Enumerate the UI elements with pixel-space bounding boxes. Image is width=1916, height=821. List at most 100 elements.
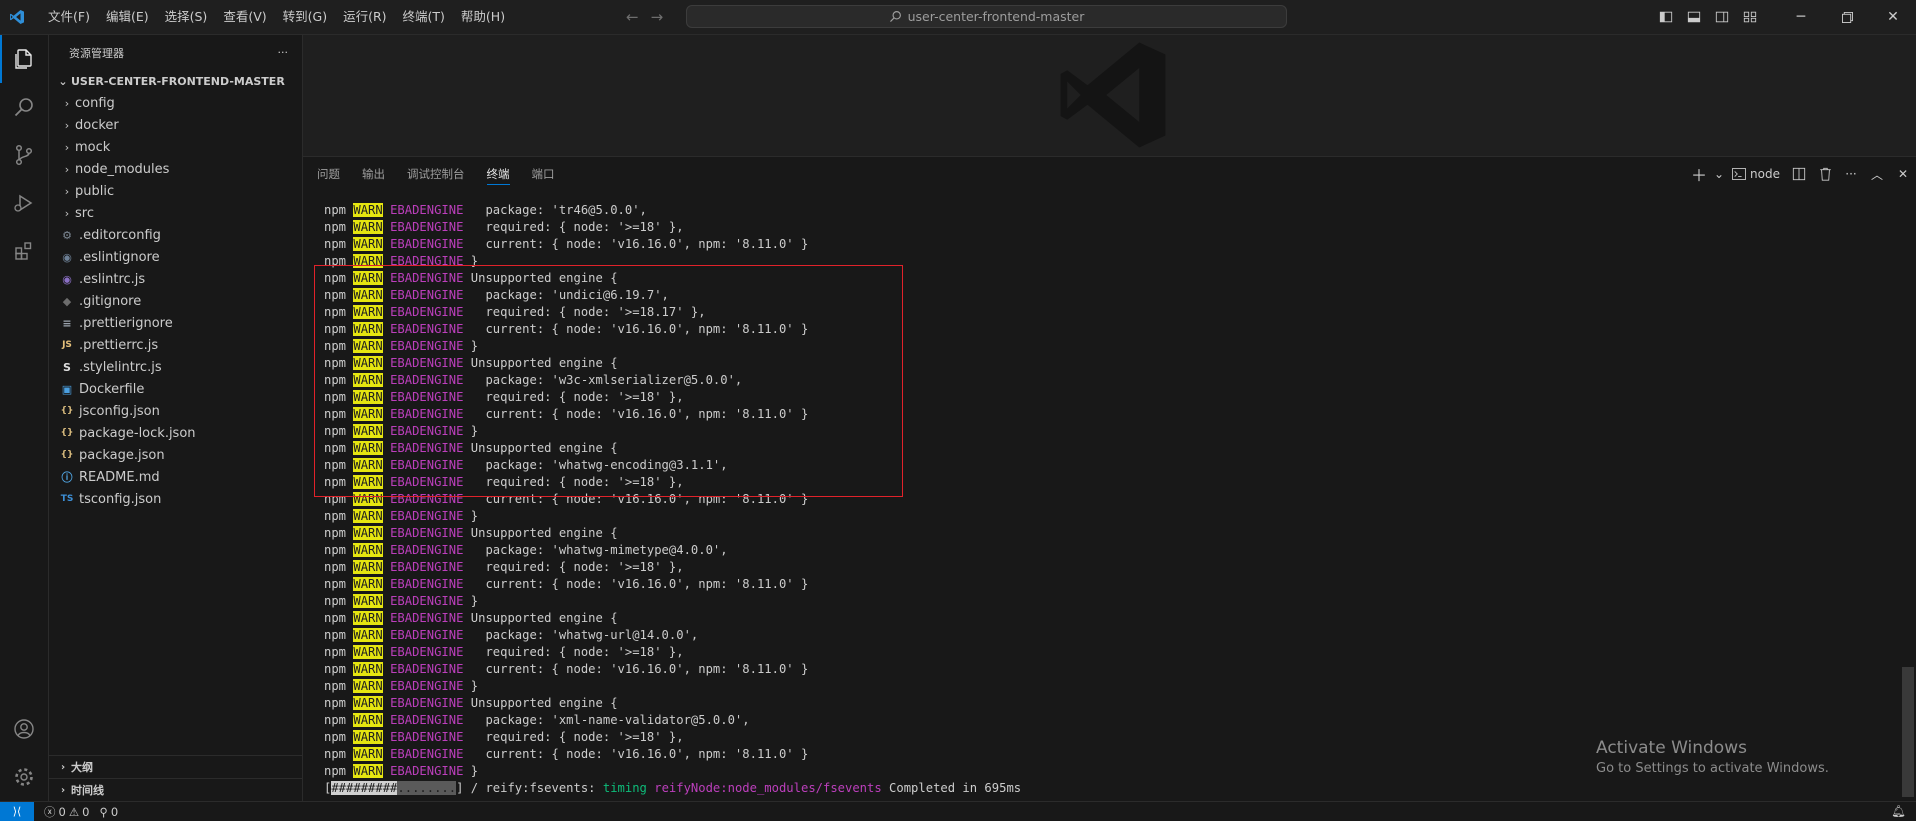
explorer-icon[interactable] (0, 35, 48, 83)
file-item[interactable]: {} jsconfig.json (49, 400, 302, 422)
panel-tab[interactable]: 输出 (362, 157, 385, 191)
maximize-panel-icon[interactable]: ︿ (1864, 157, 1890, 191)
panel-tab[interactable]: 问题 (317, 157, 340, 191)
file-item[interactable]: S .stylelintrc.js (49, 356, 302, 378)
error-code: EBADENGINE (390, 254, 464, 268)
remote-indicator-icon[interactable]: ⟩⟨ (0, 802, 34, 821)
terminal-output[interactable]: npm WARN EBADENGINE package: 'tr46@5.0.0… (324, 202, 1884, 802)
new-terminal-icon[interactable]: ＋ (1686, 157, 1712, 191)
folder-item[interactable]: › mock (49, 136, 302, 158)
run-debug-icon[interactable] (0, 179, 48, 227)
line-text: Unsupported engine { (470, 696, 618, 710)
split-terminal-icon[interactable] (1786, 157, 1812, 191)
npm-label: npm (324, 696, 347, 710)
search-view-icon[interactable] (0, 83, 48, 131)
forward-arrow-icon[interactable]: → (651, 8, 664, 26)
ports-status[interactable]: ⚲ 0 (99, 805, 118, 819)
notifications-bell-icon[interactable]: 🔔︎ (1891, 804, 1906, 818)
file-label: .eslintrc.js (79, 271, 146, 287)
progress-rest: / reify:fsevents: (463, 781, 603, 795)
file-item[interactable]: JS .prettierrc.js (49, 334, 302, 356)
line-text: package: 'xml-name-validator@5.0.0', (470, 713, 750, 727)
npm-label: npm (324, 390, 347, 404)
close-panel-icon[interactable]: ✕ (1890, 157, 1916, 191)
file-item[interactable]: TS tsconfig.json (49, 488, 302, 510)
docker-icon: ▣ (61, 382, 73, 396)
npm-label: npm (324, 237, 347, 251)
restore-button[interactable] (1824, 0, 1870, 34)
line-text: required: { node: '>=18' }, (470, 475, 684, 489)
braces-icon: {} (60, 406, 74, 416)
file-item[interactable]: ⓘ README.md (49, 466, 302, 488)
file-item[interactable]: ⚙ .editorconfig (49, 224, 302, 246)
line-text: package: 'w3c-xmlserializer@5.0.0', (470, 373, 743, 387)
command-center-search[interactable]: user-center-frontend-master (686, 5, 1287, 28)
manage-gear-icon[interactable] (0, 753, 48, 801)
warn-badge: WARN (353, 560, 383, 574)
problems-status[interactable]: ⓧ 0 ⚠ 0 (44, 804, 89, 820)
terminal-scrollbar[interactable] (1902, 667, 1914, 797)
panel-tab[interactable]: 终端 (486, 157, 510, 191)
file-item[interactable]: ≡ .prettierignore (49, 312, 302, 334)
warning-count: 0 (82, 804, 90, 819)
menu-item[interactable]: 终端(T) (395, 0, 453, 34)
toggle-primary-sidebar-icon[interactable] (1652, 0, 1680, 34)
error-code: EBADENGINE (390, 441, 464, 455)
outline-section[interactable]: › 大纲 (49, 755, 302, 778)
more-actions-icon[interactable]: ··· (1838, 157, 1864, 191)
error-code: EBADENGINE (390, 220, 464, 234)
timeline-section[interactable]: › 时间线 (49, 778, 302, 801)
toggle-panel-icon[interactable] (1680, 0, 1708, 34)
warn-badge: WARN (353, 679, 383, 693)
file-item[interactable]: ▣ Dockerfile (49, 378, 302, 400)
file-item[interactable]: {} package.json (49, 444, 302, 466)
vscode-logo-icon[interactable] (0, 0, 34, 34)
file-item[interactable]: {} package-lock.json (49, 422, 302, 444)
warn-badge: WARN (353, 271, 383, 285)
folder-item[interactable]: › src (49, 202, 302, 224)
menu-item[interactable]: 文件(F) (40, 0, 98, 34)
warn-badge: WARN (353, 509, 383, 523)
line-text: Unsupported engine { (470, 356, 618, 370)
folder-item[interactable]: › public (49, 180, 302, 202)
menu-item[interactable]: 运行(R) (335, 0, 394, 34)
folder-item[interactable]: › docker (49, 114, 302, 136)
line-text: required: { node: '>=18' }, (470, 220, 684, 234)
menu-item[interactable]: 帮助(H) (453, 0, 513, 34)
minimize-button[interactable]: ─ (1778, 0, 1824, 34)
folder-item[interactable]: › config (49, 92, 302, 114)
back-arrow-icon[interactable]: ← (626, 8, 639, 26)
accounts-icon[interactable] (0, 705, 48, 753)
project-root[interactable]: ⌄ USER-CENTER-FRONTEND-MASTER (49, 70, 302, 92)
info-icon: ⓘ (61, 471, 73, 484)
close-window-button[interactable]: ✕ (1870, 0, 1916, 34)
file-item[interactable]: ◉ .eslintignore (49, 246, 302, 268)
customize-layout-icon[interactable] (1736, 0, 1764, 34)
more-actions-icon[interactable]: ··· (278, 46, 289, 59)
line-text: } (470, 679, 479, 693)
warn-badge: WARN (353, 747, 383, 761)
file-item[interactable]: ◉ .eslintrc.js (49, 268, 302, 290)
menu-item[interactable]: 编辑(E) (98, 0, 157, 34)
menu-item[interactable]: 转到(G) (275, 0, 335, 34)
panel-tab[interactable]: 调试控制台 (407, 157, 465, 191)
toggle-secondary-sidebar-icon[interactable] (1708, 0, 1736, 34)
vscode-watermark-icon (1060, 42, 1166, 148)
extensions-icon[interactable] (0, 227, 48, 275)
error-code: EBADENGINE (390, 645, 464, 659)
error-code: EBADENGINE (390, 662, 464, 676)
menu-item[interactable]: 查看(V) (215, 0, 274, 34)
folder-item[interactable]: › node_modules (49, 158, 302, 180)
panel-tab[interactable]: 端口 (532, 157, 555, 191)
source-control-icon[interactable] (0, 131, 48, 179)
menu-item[interactable]: 选择(S) (157, 0, 216, 34)
warn-badge: WARN (353, 696, 383, 710)
terminal-selector[interactable]: node (1726, 167, 1786, 181)
error-code: EBADENGINE (390, 747, 464, 761)
warn-badge: WARN (353, 203, 383, 217)
error-code: EBADENGINE (390, 509, 464, 523)
trash-icon[interactable] (1812, 157, 1838, 191)
chevron-down-icon[interactable]: ⌄ (1712, 157, 1726, 191)
line-text: required: { node: '>=18' }, (470, 645, 684, 659)
file-item[interactable]: ◆ .gitignore (49, 290, 302, 312)
